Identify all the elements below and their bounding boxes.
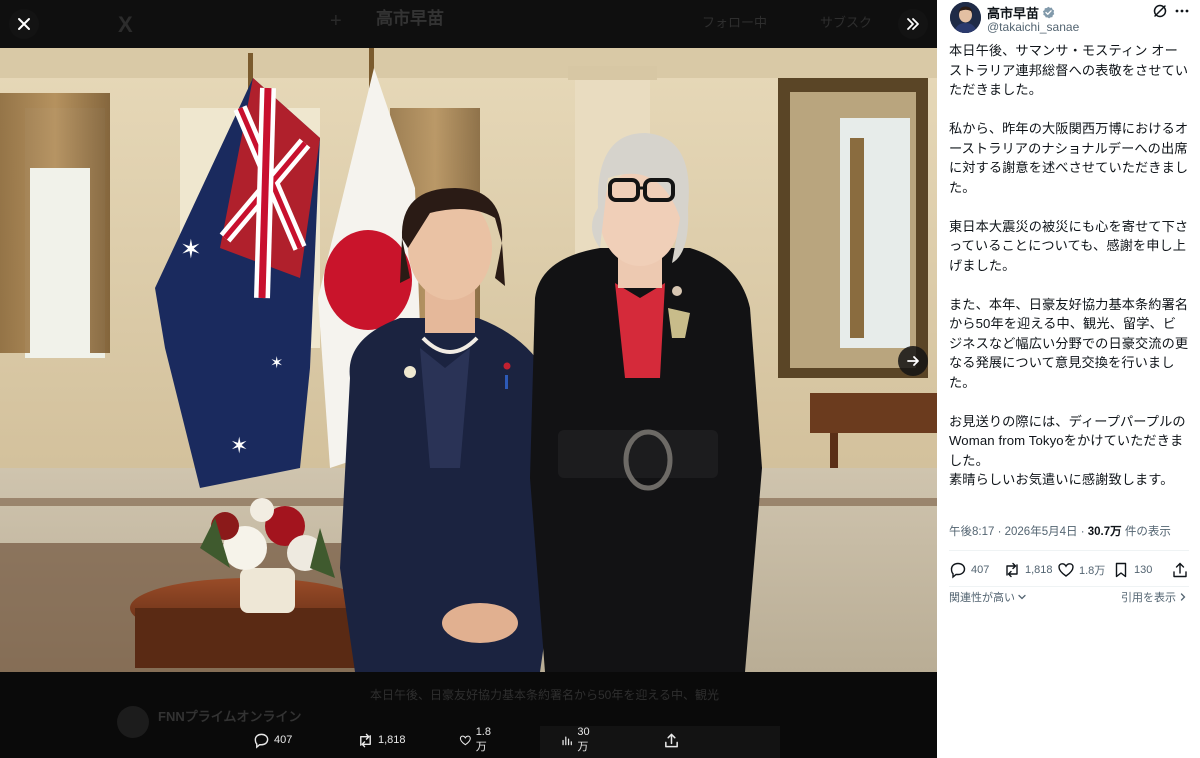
reply-icon bbox=[950, 562, 966, 579]
close-viewer-button[interactable] bbox=[9, 9, 39, 39]
post-paragraph: 私から、昨年の大阪関西万博におけるオーストラリアのナショナルデーへの出席に対する… bbox=[949, 121, 1189, 195]
share-button[interactable] bbox=[1171, 561, 1189, 579]
post-views-count: 30.7万 bbox=[1087, 526, 1122, 538]
heart-icon bbox=[459, 735, 471, 745]
close-icon bbox=[18, 18, 30, 30]
post-detail-panel: 高市早苗 @takaichi_sanae 本日午後、サマンサ・モスティン オース… bbox=[937, 0, 1200, 758]
viewer-like-count: 1.8万 bbox=[475, 726, 491, 753]
svg-text:✶: ✶ bbox=[230, 433, 248, 458]
reply-sort-dropdown[interactable]: 関連性が高い bbox=[949, 589, 1027, 605]
view-quotes-link[interactable]: 引用を表示 bbox=[1121, 589, 1188, 605]
share-icon bbox=[1173, 562, 1187, 578]
post-action-bar: 407 1,818 1.8万 130 bbox=[949, 561, 1189, 581]
reply-button[interactable]: 407 bbox=[949, 561, 989, 579]
post-time[interactable]: 午後8:17 bbox=[949, 526, 994, 538]
like-count: 1.8万 bbox=[1079, 565, 1106, 577]
arrow-right-icon bbox=[907, 356, 919, 366]
analytics-icon bbox=[562, 735, 572, 745]
reply-sort-label: 関連性が高い bbox=[949, 592, 1015, 604]
viewer-share-button[interactable] bbox=[663, 729, 680, 751]
background-x-logo: X bbox=[118, 12, 133, 37]
view-quotes-label: 引用を表示 bbox=[1121, 592, 1176, 604]
meta-separator: · bbox=[1077, 526, 1088, 538]
viewer-like-button[interactable]: 1.8万 bbox=[459, 726, 495, 753]
heart-icon bbox=[1058, 563, 1074, 577]
expand-panel-button[interactable] bbox=[898, 9, 928, 39]
avatar-image bbox=[950, 2, 981, 33]
bookmark-icon bbox=[1115, 562, 1127, 578]
post-body: 本日午後、サマンサ・モスティン オーストラリア連邦総督への表敬をさせていただきま… bbox=[949, 41, 1189, 490]
post-date[interactable]: 2026年5月4日 bbox=[1005, 526, 1078, 538]
post-paragraph: 素晴らしいお気遣いに感謝致します。 bbox=[949, 472, 1174, 487]
post-paragraph: また、本年、日豪友好協力基本条約署名から50年を迎える中、観光、留学、ビジネスな… bbox=[949, 296, 1189, 390]
post-paragraph: 本日午後、サマンサ・モスティン オーストラリア連邦総督への表敬をさせていただきま… bbox=[949, 43, 1189, 97]
bookmark-count: 130 bbox=[1134, 564, 1153, 576]
post-photo: ✶ ✶ ✶ bbox=[0, 48, 937, 672]
share-icon bbox=[665, 733, 678, 747]
viewer-views-button[interactable]: 30万 bbox=[561, 726, 594, 753]
viewer-views-count: 30万 bbox=[577, 726, 590, 753]
divider bbox=[949, 550, 1189, 551]
meta-separator: · bbox=[994, 526, 1005, 538]
viewer-reply-button[interactable]: 407 bbox=[253, 729, 292, 751]
background-avatar bbox=[117, 706, 149, 738]
svg-text:✶: ✶ bbox=[270, 355, 283, 372]
background-plus-icon: + bbox=[330, 10, 342, 32]
author-avatar[interactable] bbox=[950, 2, 981, 33]
repost-count: 1,818 bbox=[1025, 564, 1053, 576]
grok-icon[interactable] bbox=[1152, 3, 1168, 19]
viewer-repost-button[interactable]: 1,818 bbox=[357, 729, 406, 751]
like-button[interactable]: 1.8万 bbox=[1057, 561, 1105, 579]
svg-text:✶: ✶ bbox=[180, 234, 202, 264]
chevron-right-icon bbox=[1180, 593, 1186, 601]
more-options-icon[interactable] bbox=[1174, 3, 1190, 19]
background-quoted-account: FNNプライムオンライン bbox=[158, 709, 302, 724]
background-header: X + 高市早苗 フォロー中 サブスク bbox=[0, 0, 937, 48]
divider bbox=[949, 586, 1189, 587]
verified-badge-icon bbox=[1042, 6, 1055, 19]
background-follow-tab: フォロー中 bbox=[702, 15, 768, 30]
reply-icon bbox=[254, 733, 269, 749]
viewer-repost-count: 1,818 bbox=[378, 734, 406, 746]
post-paragraph: お見送りの際には、ディープパープルのWoman from Tokyoをかけていた… bbox=[949, 413, 1186, 468]
chevron-down-icon bbox=[1018, 594, 1026, 600]
repost-button[interactable]: 1,818 bbox=[1003, 561, 1053, 579]
post-views-label: 件の表示 bbox=[1124, 526, 1171, 538]
repost-icon bbox=[360, 733, 371, 747]
post-meta: 午後8:17 · 2026年5月4日 · 30.7万 件の表示 bbox=[949, 523, 1171, 539]
double-chevron-right-icon bbox=[907, 18, 919, 30]
viewer-reply-count: 407 bbox=[274, 734, 293, 746]
author-handle[interactable]: @takaichi_sanae bbox=[987, 20, 1079, 34]
next-image-button[interactable] bbox=[898, 346, 928, 376]
background-subscribe-tab: サブスク bbox=[820, 15, 873, 30]
post-paragraph: 東日本大震災の被災にも心を寄せて下さっていることについても、感謝を申し上げました… bbox=[949, 218, 1189, 273]
media-viewer: X + 高市早苗 フォロー中 サブスク ✶ ✶ ✶ 本日午後、日豪友好協力基本条… bbox=[0, 0, 937, 758]
background-account-name: 高市早苗 bbox=[376, 9, 444, 28]
repost-icon bbox=[1006, 562, 1018, 578]
bookmark-button[interactable]: 130 bbox=[1112, 561, 1152, 579]
background-caption: 本日午後、日豪友好協力基本条約署名から50年を迎える中、観光 bbox=[370, 688, 719, 702]
reply-count: 407 bbox=[971, 564, 990, 576]
